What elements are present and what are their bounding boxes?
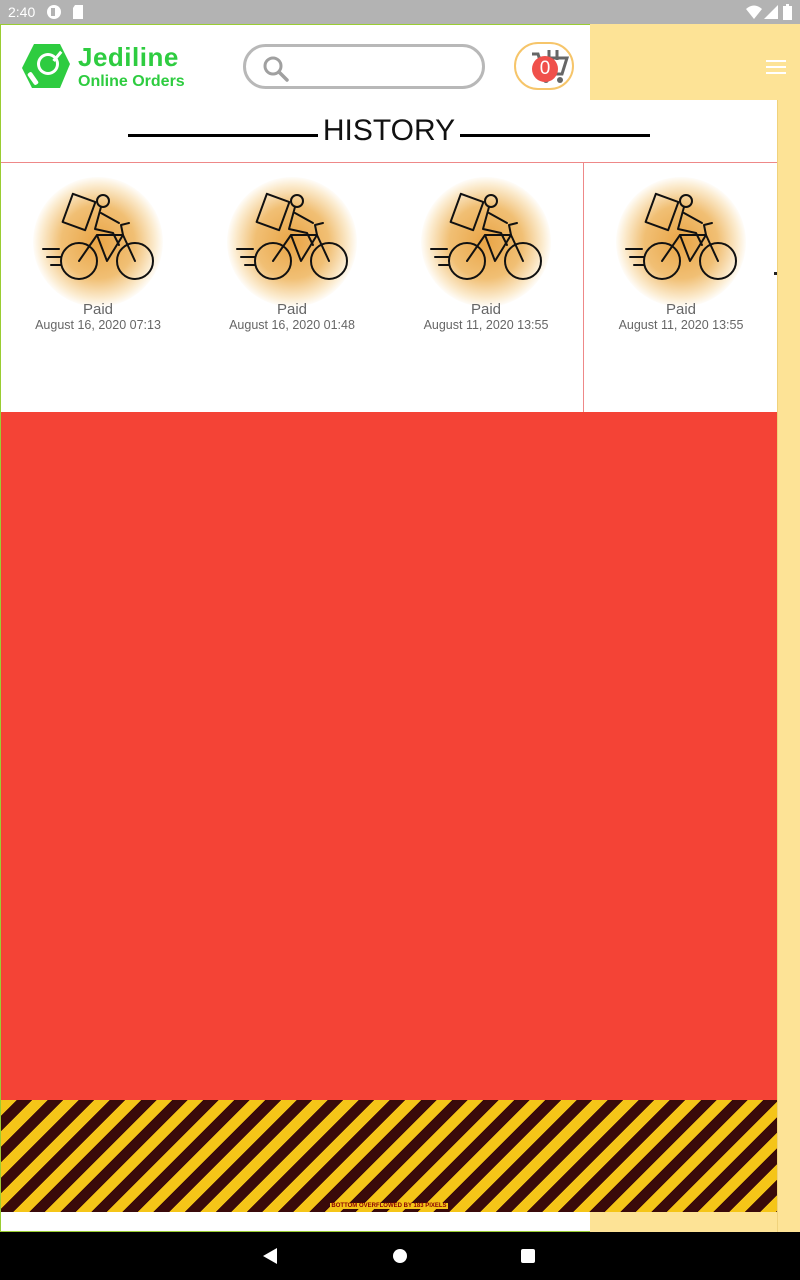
delivery-bike-icon: [236, 192, 348, 280]
back-icon[interactable]: [262, 1247, 278, 1265]
battery-icon: [783, 4, 792, 20]
order-history-list[interactable]: Paid August 16, 2020 07:13 Paid August 1…: [1, 162, 777, 413]
history-right-rule: [460, 134, 650, 137]
jediline-logo-icon: [22, 44, 70, 88]
order-card[interactable]: Paid August 11, 2020 13:55: [389, 163, 583, 413]
status-time: 2:40: [8, 4, 36, 20]
sd-card-icon: [73, 5, 83, 19]
hamburger-icon-line: [766, 66, 786, 68]
overflow-warning-text: BOTTOM OVERFLOWED BY 183 PIXELS: [330, 1203, 448, 1209]
order-status: Paid: [82, 301, 114, 318]
hamburger-icon-line: [766, 72, 786, 74]
order-status: Paid: [276, 301, 308, 318]
order-date: August 16, 2020 07:13: [35, 318, 161, 332]
recent-apps-icon[interactable]: [521, 1249, 535, 1263]
delivery-bike-icon: [625, 192, 737, 280]
delivery-bike-icon: [42, 192, 154, 280]
brand-subtitle: Online Orders: [78, 73, 185, 90]
search-box[interactable]: [243, 44, 485, 89]
order-card[interactable]: Paid August 11, 2020 13:55: [584, 163, 778, 413]
order-status: Paid: [470, 301, 502, 318]
history-header: HISTORY: [1, 100, 777, 162]
hamburger-menu-button[interactable]: [766, 60, 786, 76]
order-card[interactable]: Paid August 16, 2020 07:13: [1, 163, 195, 413]
history-title: HISTORY: [322, 114, 456, 147]
order-date: August 11, 2020 13:55: [423, 318, 549, 332]
order-status: Paid: [665, 301, 697, 318]
order-date: August 16, 2020 01:48: [229, 318, 355, 332]
wifi-icon: [746, 5, 762, 19]
home-icon[interactable]: [393, 1249, 407, 1263]
scroll-indicator: [774, 272, 777, 275]
cart-count-badge: 0: [532, 56, 558, 82]
status-bar: 2:40: [0, 0, 800, 24]
order-card[interactable]: Paid August 16, 2020 01:48: [195, 163, 389, 413]
navigation-bar: [0, 1232, 800, 1280]
overflow-warning-label: BOTTOM OVERFLOWED BY 183 PIXELS: [1, 1203, 777, 1209]
hamburger-icon: [766, 60, 786, 62]
app-notification-icon: [47, 5, 61, 19]
brand-name: Jediline: [78, 42, 179, 72]
search-input[interactable]: [298, 53, 472, 83]
overflow-warning-stripes: BOTTOM OVERFLOWED BY 183 PIXELS: [1, 1100, 777, 1212]
delivery-bike-icon: [430, 192, 542, 280]
signal-icon: [764, 5, 778, 19]
error-area: [1, 412, 777, 1100]
order-date: August 11, 2020 13:55: [618, 318, 744, 332]
cart-button[interactable]: 0: [514, 42, 574, 90]
side-panel-strip: [777, 100, 800, 1232]
search-icon: [263, 56, 289, 82]
